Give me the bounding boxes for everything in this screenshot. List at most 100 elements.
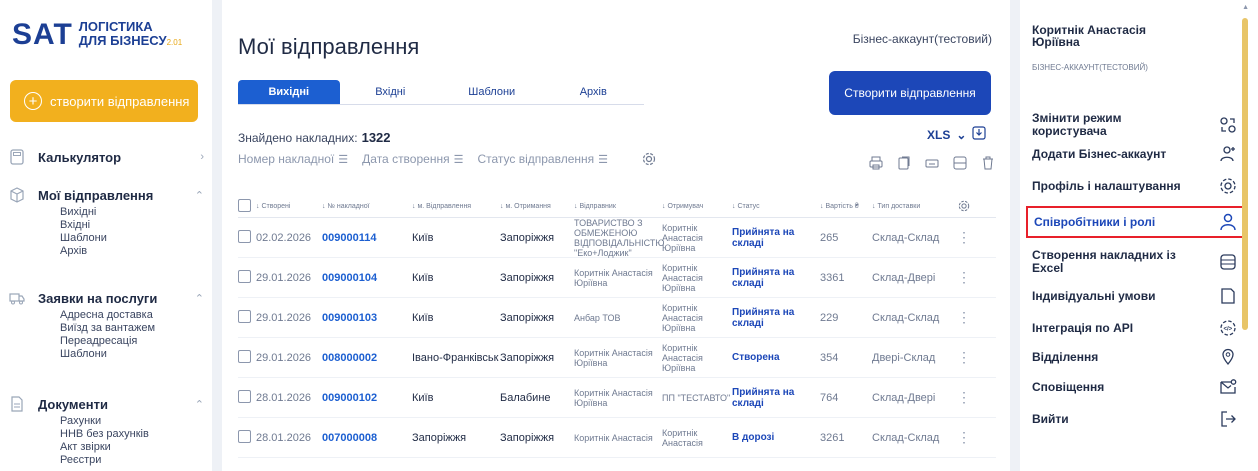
nav-item-service-templates[interactable]: Шаблони [60, 348, 204, 361]
row-more-icon[interactable]: ⋮ [952, 269, 976, 286]
row-more-icon[interactable]: ⋮ [952, 429, 976, 446]
row-cost: 3361 [820, 271, 845, 284]
nav-item-reconciliation[interactable]: Акт звірки [60, 441, 204, 454]
row-more-icon[interactable]: ⋮ [952, 229, 976, 246]
table-row[interactable]: 29.01.2026 009000103 Київ Запоріжжя Анбар ТО… [238, 298, 996, 338]
row-more-icon[interactable]: ⋮ [952, 389, 976, 406]
create-shipment-sidebar-button[interactable]: + створити відправлення [10, 80, 198, 122]
menu-employees-roles[interactable]: Співробітники і ролі [1026, 206, 1244, 238]
table-row[interactable]: 02.02.2026 009000114 Київ Запоріжжя ТОВАРИСТ… [238, 218, 996, 258]
nav-item-archive[interactable]: Архів [60, 245, 204, 258]
filter-status[interactable]: Статус відправлення ☰ [477, 152, 608, 166]
select-all-checkbox[interactable] [238, 199, 251, 212]
table-row[interactable]: 28.01.2026 009000102 Київ Балабине Коритнік … [238, 378, 996, 418]
nav-calculator-head[interactable]: Калькулятор › [8, 146, 204, 168]
switch-mode-icon [1218, 115, 1238, 135]
row-waybill-number[interactable]: 009000103 [322, 312, 412, 324]
nav-item-address-delivery[interactable]: Адресна доставка [60, 309, 204, 322]
trash-icon[interactable] [980, 155, 996, 171]
menu-excel-waybills[interactable]: Створення накладних із Excel [1032, 249, 1238, 275]
col-cost[interactable]: ↓ Вартість ₴ [820, 203, 872, 210]
scrollbar-thumb[interactable] [1242, 18, 1248, 330]
page-title: Мої відправлення [238, 34, 420, 59]
menu-branches[interactable]: Відділення [1032, 347, 1238, 367]
user-menu-panel: Коритнік Анастасія Юріївна БІЗНЕС-АККАУН… [1020, 0, 1258, 471]
print-icon[interactable] [868, 155, 884, 171]
row-waybill-number[interactable]: 009000114 [322, 232, 412, 244]
row-delivery-type: Склад-Двері [872, 391, 936, 404]
row-cost: 3261 [820, 431, 845, 444]
row-waybill-number[interactable]: 009000104 [322, 272, 412, 284]
row-receiver: Коритнік Анастасія Юріївна [662, 222, 703, 253]
nav-item-incoming[interactable]: Вхідні [60, 219, 204, 232]
row-more-icon[interactable]: ⋮ [952, 349, 976, 366]
row-checkbox[interactable] [238, 389, 251, 403]
location-icon [1218, 347, 1238, 367]
menu-individual-terms[interactable]: Індивідуальні умови [1032, 286, 1238, 306]
nav-service-requests-head[interactable]: Заявки на послуги ⌃ [8, 287, 204, 309]
col-number[interactable]: ↓ № накладної [322, 203, 412, 210]
save-icon[interactable] [952, 155, 968, 171]
row-more-icon[interactable]: ⋮ [952, 309, 976, 326]
print-labels-icon[interactable] [924, 155, 940, 171]
table-row[interactable]: 28.01.2026 007000008 Запоріжжя Запоріжжя Кор… [238, 418, 996, 458]
menu-switch-mode[interactable]: Змінити режим користувача [1032, 112, 1238, 138]
row-waybill-number[interactable]: 009000102 [322, 392, 412, 404]
row-receiver: Коритнік Анастасія Юріївна [662, 302, 703, 333]
nav-item-templates[interactable]: Шаблони [60, 232, 204, 245]
table-header: ↓ Створені ↓ № накладної ↓ м. Відправлен… [238, 196, 996, 218]
row-checkbox[interactable] [238, 349, 251, 363]
tab-archive[interactable]: Архів [543, 80, 645, 104]
logo[interactable]: SAT ЛОГІСТИКА ДЛЯ БІЗНЕСУ2.01 [12, 20, 182, 50]
menu-logout[interactable]: Вийти [1032, 409, 1238, 429]
row-checkbox[interactable] [238, 429, 251, 443]
scroll-up-arrow[interactable]: ▲ [1242, 4, 1249, 11]
row-waybill-number[interactable]: 007000008 [322, 432, 412, 444]
tab-templates[interactable]: Шаблони [441, 80, 543, 104]
menu-api-integration[interactable]: Інтеграція по API </> [1032, 318, 1238, 338]
nav-item-registers[interactable]: Реєстри [60, 454, 204, 467]
nav-item-waybills-no-invoice[interactable]: ННВ без рахунків [60, 428, 204, 441]
col-created[interactable]: ↓ Створені [256, 203, 322, 210]
xls-export[interactable]: XLS ⌄ [927, 126, 987, 143]
row-delivery-type: Склад-Двері [872, 271, 936, 284]
add-user-icon [1218, 144, 1238, 164]
col-delivery-type[interactable]: ↓ Тип доставки [872, 203, 952, 210]
nav-item-invoices[interactable]: Рахунки [60, 415, 204, 428]
chevron-up-icon: ⌃ [194, 398, 204, 411]
row-waybill-number[interactable]: 008000002 [322, 352, 412, 364]
col-to[interactable]: ↓ м. Отримання [500, 203, 574, 210]
row-checkbox[interactable] [238, 269, 251, 283]
copy-icon[interactable] [896, 155, 912, 171]
row-receiver: Коритнік Анастасія Юріївна [662, 262, 703, 293]
filter-icon: ☰ [598, 153, 609, 166]
table-row[interactable]: 29.01.2026 008000002 Івано-Франківськ Запор… [238, 338, 996, 378]
row-checkbox[interactable] [238, 229, 251, 243]
filters-bar: Номер накладної ☰ Дата створення ☰ Статус … [238, 152, 656, 166]
nav-documents-head[interactable]: Документи ⌃ [8, 393, 204, 415]
menu-notifications[interactable]: Сповіщення [1032, 377, 1238, 397]
row-checkbox[interactable] [238, 309, 251, 323]
table-row[interactable]: 29.01.2026 009000104 Київ Запоріжжя Коритнік… [238, 258, 996, 298]
table-body: 02.02.2026 009000114 Київ Запоріжжя ТОВАРИСТ… [238, 218, 996, 458]
logout-icon [1218, 409, 1238, 429]
row-date: 29.01.2026 [256, 351, 312, 364]
menu-profile-settings[interactable]: Профіль і налаштування [1032, 176, 1238, 196]
create-shipment-button[interactable]: Створити відправлення [829, 71, 991, 115]
tab-incoming[interactable]: Вхідні [340, 80, 442, 104]
nav-shipments-head[interactable]: Мої відправлення ⌃ [8, 184, 204, 206]
nav-item-outgoing[interactable]: Вихідні [60, 206, 204, 219]
col-receiver[interactable]: ↓ Отримувач [662, 202, 732, 212]
tab-outgoing[interactable]: Вихідні [238, 80, 340, 104]
col-status[interactable]: ↓ Статус [732, 201, 820, 212]
col-from[interactable]: ↓ м. Відправлення [412, 203, 500, 210]
nav-item-redirect[interactable]: Переадресація [60, 335, 204, 348]
column-settings-icon[interactable] [952, 199, 976, 215]
menu-add-business[interactable]: Додати Бізнес-аккаунт [1032, 144, 1238, 164]
filter-waybill-number[interactable]: Номер накладної ☰ [238, 152, 348, 166]
filter-settings-icon[interactable] [642, 152, 656, 166]
filter-creation-date[interactable]: Дата створення ☰ [362, 152, 463, 166]
col-sender[interactable]: ↓ Відправник [574, 202, 662, 212]
nav-item-pickup[interactable]: Виїзд за вантажем [60, 322, 204, 335]
nav-documents-items: Рахунки ННВ без рахунків Акт звірки Реєс… [8, 415, 204, 467]
